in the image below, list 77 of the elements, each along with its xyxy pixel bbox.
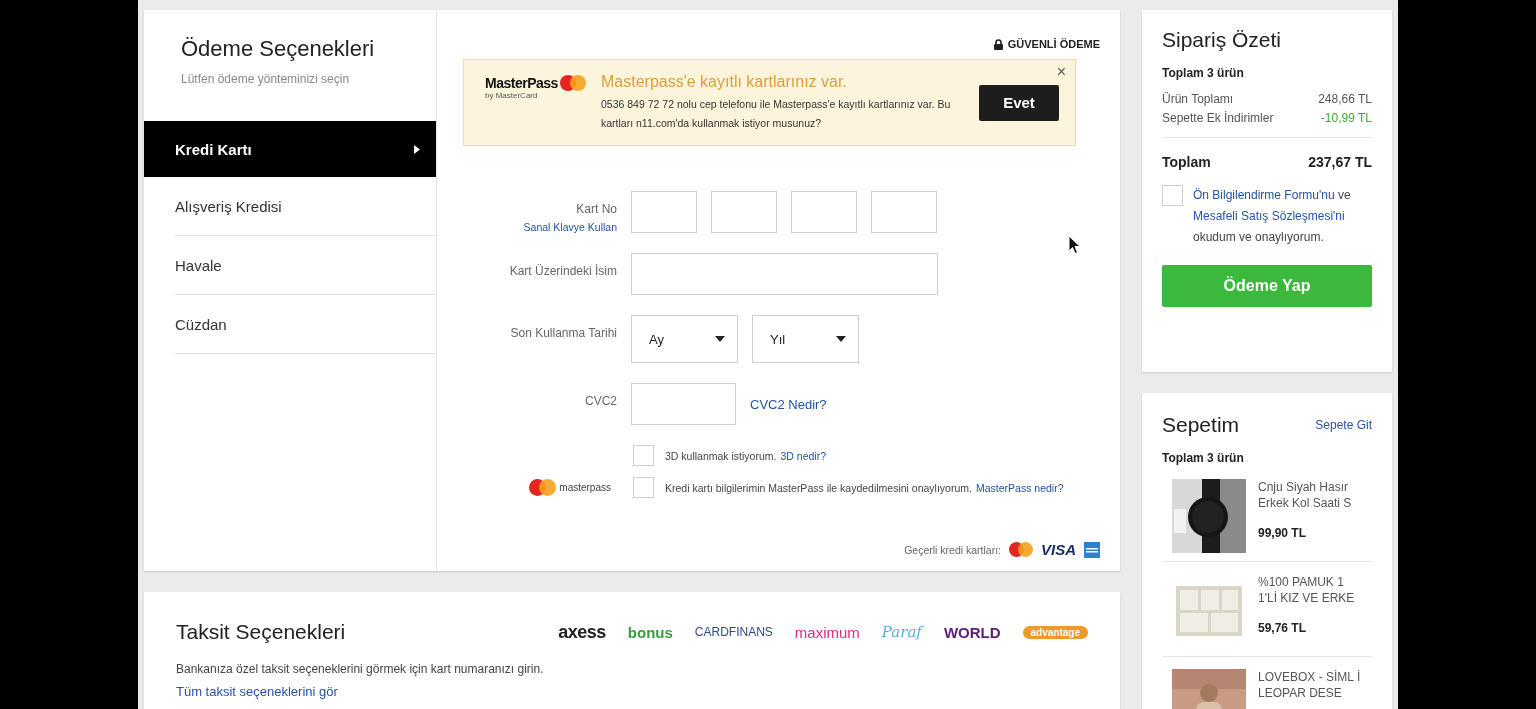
virtual-keyboard-link[interactable]: Sanal Klavye Kullan — [523, 221, 617, 233]
payment-subtitle: Lütfen ödeme yönteminizi seçin — [181, 72, 351, 86]
bank-logo: bonus — [627, 623, 673, 641]
item-count: Toplam 3 ürün — [1162, 451, 1245, 465]
lock-icon — [993, 38, 1003, 50]
masterpass-logo-subtext: by MasterCard — [485, 91, 539, 100]
go-to-basket-link[interactable]: Sepete Git — [1315, 418, 1372, 432]
card-logo-icon — [1084, 541, 1100, 558]
installments-text: Bankanıza özel taksit seçeneklerini görmek için kart numaranızı girin. — [176, 662, 545, 676]
product-name: %100 PAMUK 1 1'Lİ KIZ VE ERKE — [1258, 574, 1356, 606]
payment-method-tab[interactable]: Havale — [175, 236, 436, 295]
card-name-field[interactable] — [631, 253, 938, 295]
installments-title: Taksit Seçenekleri — [176, 620, 346, 644]
banner-title: Masterpass'e kayıtlı kartlarınız var. — [601, 72, 848, 91]
arrow-right-icon — [414, 144, 420, 154]
mastercard-logo-icon — [529, 479, 557, 496]
card-number-label: Kart No — [576, 202, 617, 216]
payment-method-tab[interactable]: Kredi Kartı — [144, 121, 436, 177]
summary-title: Sipariş Özeti — [1162, 28, 1283, 52]
secure-payment-label: GÜVENLİ ÖDEME — [1007, 38, 1100, 50]
bank-logo: WORLD — [943, 623, 1001, 641]
help-link[interactable]: MasterPass nedir? — [975, 481, 1064, 494]
summary-label: Sepette Ek İndirimler — [1162, 110, 1274, 127]
valid-cards-label: Geçerli kredi kartları: — [904, 543, 1001, 556]
product-price: 59,76 TL — [1258, 620, 1308, 636]
payment-method-tab[interactable]: Cüzdan — [175, 295, 436, 354]
bank-logo: axess — [558, 621, 606, 643]
all-installments-link[interactable]: Tüm taksit seçeneklerini gör — [176, 684, 338, 699]
summary-value: 248,66 TL — [1318, 91, 1372, 108]
option-label: 3D kullanmak istiyorum. — [665, 449, 777, 462]
payment-method-tab[interactable]: Alışveriş Kredisi — [175, 177, 436, 236]
bank-logo: advantage — [1022, 625, 1088, 639]
mastercard-logo-icon — [559, 75, 586, 91]
card-number-field[interactable] — [791, 191, 857, 233]
visa-logo: VISA — [1041, 541, 1076, 558]
masterpass-logo-text: masterpass — [559, 482, 611, 493]
bank-logo: maximum — [794, 623, 860, 641]
cvc-field[interactable] — [631, 383, 736, 425]
caret-icon — [836, 336, 846, 342]
agreement-text: okudum ve onaylıyorum. — [1193, 230, 1324, 244]
summary-value: -10,99 TL — [1320, 110, 1372, 127]
checkbox[interactable] — [633, 477, 654, 498]
masterpass-logo-text: MasterPass — [485, 75, 558, 91]
agreement-checkbox[interactable] — [1162, 185, 1183, 206]
product-name: Cnju Siyah Hasır Erkek Kol Saati S — [1258, 479, 1353, 511]
card-name-label: Kart Üzerindeki İsim — [509, 264, 617, 278]
product-price: 99,90 TL — [1258, 525, 1308, 541]
agreement-text: ve — [1338, 188, 1351, 202]
bank-logo: CARDFINANS — [694, 625, 773, 639]
banner-text: 0536 849 72 72 nolu cep telefonu ile Masterpass'e kayıtlı kartlarınız var. Bu kartları n11.com'da kullanmak istiyor musunuz? — [601, 96, 952, 131]
help-link[interactable]: 3D nedir? — [780, 449, 826, 462]
product-name: LOVEBOX - SİML İ LEOPAR DESE — [1258, 669, 1362, 701]
agreement-link[interactable]: Ön Bilgilendirme Formu'nu — [1193, 188, 1335, 202]
cvc-label: CVC2 — [585, 394, 617, 408]
month-dropdown[interactable]: Ay — [631, 315, 738, 363]
checkbox[interactable] — [633, 445, 654, 466]
caret-icon — [715, 336, 725, 342]
cursor-icon — [1068, 235, 1081, 255]
bank-logo: Paraf — [881, 623, 922, 641]
card-number-field[interactable] — [631, 191, 697, 233]
total-value: 237,67 TL — [1308, 154, 1372, 170]
card-number-field[interactable] — [711, 191, 777, 233]
year-dropdown[interactable]: Yıl — [752, 315, 859, 363]
item-count: Toplam 3 ürün — [1162, 66, 1245, 80]
expiry-label: Son Kullanma Tarihi — [510, 326, 617, 340]
card-number-field[interactable] — [871, 191, 937, 233]
cvc-help-link[interactable]: CVC2 Nedir? — [750, 396, 827, 412]
basket-title: Sepetim — [1162, 413, 1240, 437]
total-label: Toplam — [1162, 154, 1211, 170]
agreement-link[interactable]: Mesafeli Satış — [1193, 209, 1269, 223]
option-label: Kredi kartı bilgilerimin MasterPass ile kaydedilmesini onaylıyorum. — [665, 481, 972, 494]
agreement-link[interactable]: Sözleşmesi'ni — [1271, 209, 1345, 223]
payment-title: Ödeme Seçenekleri — [181, 36, 376, 62]
yes-button[interactable]: Evet — [979, 84, 1059, 121]
summary-label: Ürün Toplamı — [1162, 91, 1234, 108]
close-button[interactable]: × — [1056, 64, 1066, 80]
mastercard-logo-icon — [1009, 542, 1033, 557]
